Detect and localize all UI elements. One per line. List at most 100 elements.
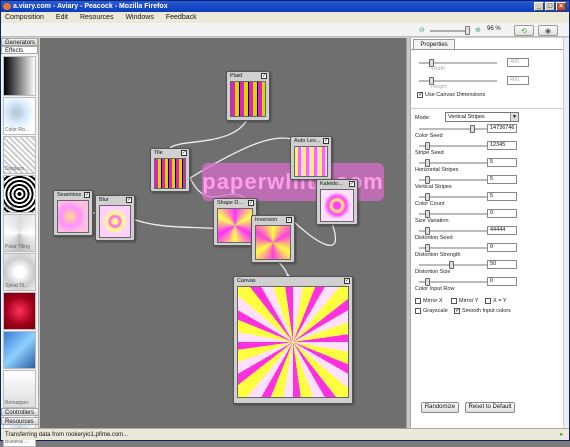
menu-edit[interactable]: Edit <box>56 12 68 23</box>
param-value-2[interactable]: 5 <box>487 158 517 167</box>
menu-feedback[interactable]: Feedback <box>166 12 197 23</box>
param-slider-9[interactable] <box>419 278 489 286</box>
param-slider-4[interactable] <box>419 193 489 201</box>
grayscale-checkbox[interactable] <box>415 308 421 314</box>
width-slider[interactable] <box>419 59 497 67</box>
node-tile[interactable]: Tile ✓ <box>150 148 190 192</box>
properties-scrollbar[interactable] <box>563 38 569 428</box>
thumb-remapper[interactable]: Remapper <box>3 370 36 408</box>
node-plaid-check[interactable]: ✓ <box>261 73 267 79</box>
param-slider-thumb-8[interactable] <box>449 261 454 269</box>
param-slider-thumb-9[interactable] <box>425 278 430 286</box>
node-canvas[interactable]: paperwhite.com Plaid ✓ Tile ✓ Auto Lev... ✓… <box>40 38 406 428</box>
param-slider-5[interactable] <box>419 210 489 218</box>
param-slider-2[interactable] <box>419 159 489 167</box>
history-button[interactable]: ⟲ <box>514 25 534 36</box>
thumb-blue[interactable] <box>3 331 36 369</box>
param-value-4[interactable]: 5 <box>487 192 517 201</box>
param-value-1[interactable]: 12345 <box>487 141 517 150</box>
mode-select[interactable]: Vertical Stripes ▼ <box>445 112 519 122</box>
node-seamless-label: Seamless <box>57 192 82 198</box>
param-slider-thumb-3[interactable] <box>425 176 430 184</box>
mirror-y-checkbox[interactable] <box>451 298 457 304</box>
node-inversion-check[interactable]: ✓ <box>286 217 292 223</box>
param-slider-thumb-5[interactable] <box>425 210 430 218</box>
thumb-color-ro[interactable]: Color Ro... <box>3 97 36 135</box>
height-field[interactable]: 400 <box>507 76 529 85</box>
height-slider[interactable] <box>419 77 497 85</box>
menu-windows[interactable]: Windows <box>125 12 153 23</box>
generators-header[interactable]: Generators <box>1 38 38 46</box>
zoom-slider-thumb[interactable] <box>465 26 470 35</box>
node-kaleido-check[interactable]: ✓ <box>349 181 355 187</box>
param-label-0: Color Seed <box>415 133 443 139</box>
tab-properties[interactable]: Properties <box>413 39 455 49</box>
node-plaid[interactable]: Plaid ✓ <box>226 71 270 121</box>
zoom-out-icon[interactable]: ⊖ <box>419 26 425 34</box>
menu-composition[interactable]: Composition <box>5 12 44 23</box>
title-bar: a.viary.com - Aviary - Peacock - Mozilla… <box>1 1 569 12</box>
help-button[interactable]: ◉ <box>538 25 558 36</box>
param-slider-1[interactable] <box>419 142 489 150</box>
zoom-slider[interactable] <box>430 26 470 35</box>
maximize-icon[interactable]: □ <box>545 2 555 11</box>
param-value-6[interactable]: 44444 <box>487 226 517 235</box>
param-value-5[interactable]: 0 <box>487 209 517 218</box>
param-slider-thumb-6[interactable] <box>425 227 430 235</box>
param-slider-thumb-7[interactable] <box>425 244 430 252</box>
param-slider-thumb-2[interactable] <box>425 159 430 167</box>
node-tile-check[interactable]: ✓ <box>181 150 187 156</box>
param-value-7[interactable]: 0 <box>487 243 517 252</box>
node-seamless[interactable]: Seamless ✓ <box>53 190 93 236</box>
smooth-input-colors-checkbox[interactable]: ✓ <box>454 308 460 314</box>
width-label: Width <box>431 66 446 72</box>
node-blur-check[interactable]: ✓ <box>126 197 132 203</box>
node-seamless-check[interactable]: ✓ <box>84 192 90 198</box>
node-autolev-check[interactable]: ✓ <box>323 138 329 144</box>
resources-header[interactable]: Resources <box>1 417 39 425</box>
param-slider-8[interactable] <box>419 261 489 269</box>
node-canvas-output[interactable]: Canvas ✓ <box>233 276 353 404</box>
param-label-6: Distortion Seed <box>415 235 453 241</box>
param-value-9[interactable]: 0 <box>487 277 517 286</box>
node-plaid-label: Plaid <box>230 73 243 79</box>
controllers-header[interactable]: Controllers <box>1 408 39 416</box>
thumb-gradient[interactable] <box>3 56 36 96</box>
mirror-x-checkbox[interactable] <box>415 298 421 304</box>
chevron-down-icon[interactable]: ▼ <box>510 113 518 121</box>
node-canvas-check[interactable]: ✓ <box>344 278 350 284</box>
node-shaped-check[interactable]: ✓ <box>248 200 254 206</box>
param-slider-7[interactable] <box>419 244 489 252</box>
thumb-spiral-tile[interactable]: Spiral Til... <box>3 253 36 291</box>
param-slider-0[interactable] <box>419 125 489 133</box>
param-slider-thumb-0[interactable] <box>470 125 475 133</box>
param-slider-thumb-4[interactable] <box>425 193 430 201</box>
thumb-displace[interactable]: Displace... <box>3 136 36 174</box>
node-blur[interactable]: Blur ✓ <box>95 195 135 241</box>
param-slider-thumb-1[interactable] <box>425 142 430 150</box>
thumb-melt[interactable]: Melt <box>3 175 36 213</box>
param-value-8[interactable]: 50 <box>487 260 517 269</box>
reset-to-default-button[interactable]: Reset to Default <box>465 402 515 413</box>
node-kaleido[interactable]: Kaleido... ✓ <box>316 179 358 225</box>
zoom-in-icon[interactable]: ⊕ <box>475 26 481 34</box>
effects-header[interactable]: Effects <box>1 46 38 54</box>
thumb-polar-tiling[interactable]: Polar Tiling <box>3 214 36 252</box>
thumb-red[interactable] <box>3 292 36 330</box>
param-value-3[interactable]: 5 <box>487 175 517 184</box>
use-canvas-dims-checkbox[interactable]: ✓ <box>417 92 423 98</box>
randomize-button[interactable]: Randomize <box>421 402 459 413</box>
node-inversion[interactable]: Inversion ✓ <box>251 215 295 263</box>
param-label-5: Size Variation <box>415 218 449 224</box>
param-slider-6[interactable] <box>419 227 489 235</box>
param-value-0[interactable]: 14736746 <box>487 124 517 133</box>
menu-resources[interactable]: Resources <box>80 12 113 23</box>
node-autolev[interactable]: Auto Lev... ✓ <box>290 136 332 180</box>
param-slider-3[interactable] <box>419 176 489 184</box>
x-equals-y-checkbox[interactable] <box>485 298 491 304</box>
node-tile-label: Tile <box>154 150 163 156</box>
close-icon[interactable]: × <box>556 2 566 11</box>
window-title: Aviary - Peacock - Mozilla Firefox <box>56 3 168 10</box>
minimize-icon[interactable]: _ <box>534 2 544 11</box>
width-field[interactable]: 400 <box>507 58 529 67</box>
